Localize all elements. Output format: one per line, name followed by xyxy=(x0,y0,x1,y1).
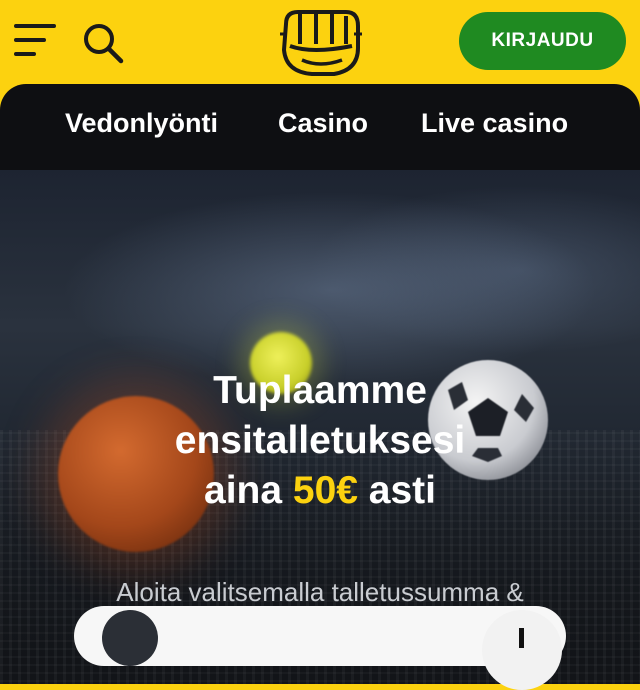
headline-amount: 50€ xyxy=(292,469,358,512)
login-button[interactable]: KIRJAUDU xyxy=(459,12,626,70)
search-icon[interactable] xyxy=(82,22,124,64)
headline-line-1: Tuplaamme xyxy=(213,369,427,412)
nav-item-live-casino[interactable]: Live casino xyxy=(421,108,568,139)
headline-line-2: ensitalletuksesi xyxy=(174,419,466,462)
plus-icon xyxy=(519,628,524,648)
main-panel: Vedonlyönti Casino Live casino Tuplaamme… xyxy=(0,84,640,684)
top-bar: KIRJAUDU xyxy=(0,0,640,84)
nav-item-casino[interactable]: Casino xyxy=(278,108,368,139)
increase-amount-button[interactable] xyxy=(482,610,562,690)
nav-item-vedonlyonti[interactable]: Vedonlyönti xyxy=(65,108,218,139)
promo-headline: Tuplaamme ensitalletuksesi aina 50€ asti xyxy=(0,366,640,516)
headline-post: asti xyxy=(357,469,436,512)
fist-logo-icon[interactable] xyxy=(272,4,368,80)
hamburger-menu-icon[interactable] xyxy=(14,22,56,58)
main-nav: Vedonlyönti Casino Live casino xyxy=(0,84,640,170)
headline-line-3: aina 50€ asti xyxy=(0,466,640,516)
headline-pre: aina xyxy=(204,469,293,512)
decrease-amount-button[interactable] xyxy=(102,610,158,666)
